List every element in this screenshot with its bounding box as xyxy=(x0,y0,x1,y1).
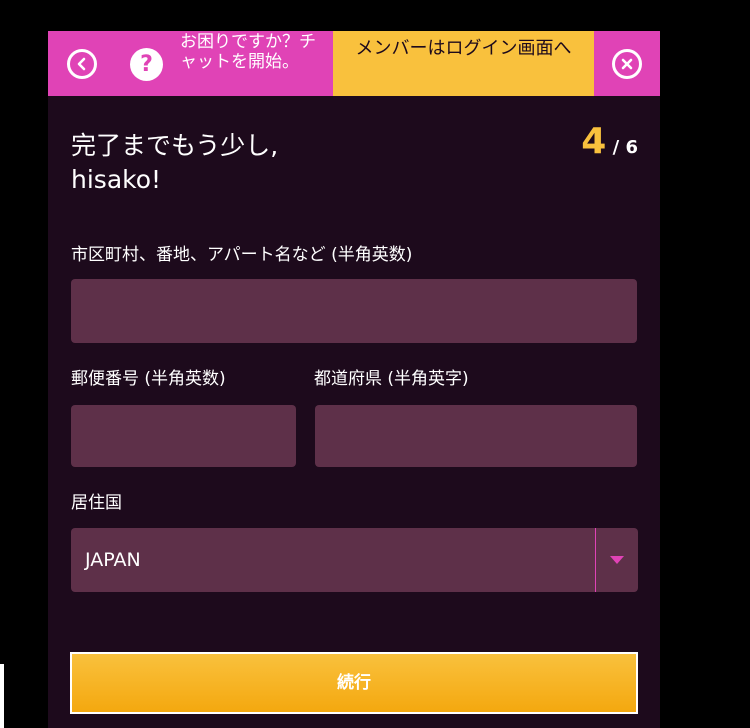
chevron-left-icon xyxy=(77,57,86,71)
top-bar: ? お困りですか？チャットを開始。 メンバーはログイン画面へ xyxy=(48,31,660,96)
country-select[interactable]: JAPAN xyxy=(71,528,638,592)
step-total: / 6 xyxy=(606,137,638,158)
page-title: 完了までもう少し, hisako! xyxy=(71,129,471,197)
prefecture-input[interactable] xyxy=(315,405,637,467)
address-label: 市区町村、番地、アパート名など (半角英数) xyxy=(71,245,413,265)
left-edge-sliver xyxy=(0,664,4,728)
step-current: 4 xyxy=(581,121,607,162)
address-input[interactable] xyxy=(71,279,637,343)
postal-code-label: 郵便番号 (半角英数) xyxy=(71,369,226,389)
registration-panel: ? お困りですか？チャットを開始。 メンバーはログイン画面へ 完了までもう少し,… xyxy=(48,31,660,728)
postal-code-input[interactable] xyxy=(71,405,296,467)
country-label: 居住国 xyxy=(71,493,122,513)
chat-help-link[interactable]: お困りですか？チャットを開始。 xyxy=(180,32,330,72)
close-button[interactable] xyxy=(612,49,642,79)
prefecture-label: 都道府県 (半角英字) xyxy=(314,369,469,389)
caret-down-icon xyxy=(610,556,624,564)
member-login-link[interactable]: メンバーはログイン画面へ xyxy=(333,35,594,63)
title-line-1: 完了までもう少し, xyxy=(71,131,279,160)
select-divider xyxy=(595,528,596,592)
country-selected-value: JAPAN xyxy=(85,549,141,571)
title-line-2: hisako! xyxy=(71,165,162,194)
close-icon xyxy=(621,58,633,70)
step-indicator: 4 / 6 xyxy=(581,121,638,162)
question-icon[interactable]: ? xyxy=(130,48,163,81)
back-button[interactable] xyxy=(67,49,97,79)
continue-button[interactable]: 続行 xyxy=(70,652,638,714)
